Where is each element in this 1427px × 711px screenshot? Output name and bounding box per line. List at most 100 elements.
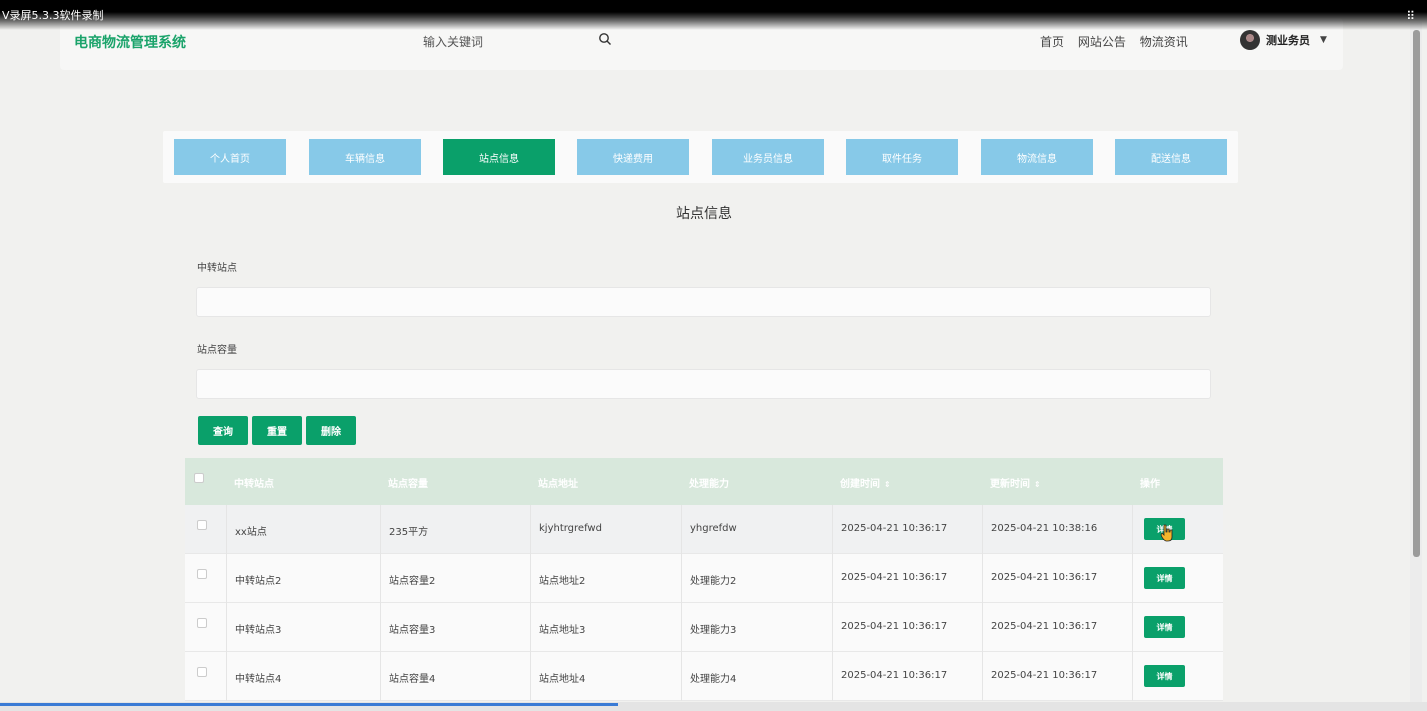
nav-link-logistics-news[interactable]: 物流资讯 <box>1140 35 1188 49</box>
capacity-input[interactable] <box>196 369 1211 399</box>
tab-station-info[interactable]: 站点信息 <box>443 139 555 175</box>
cell-text: 235平方 <box>389 527 429 538</box>
table-row: xx站点 235平方 kjyhtrgrefwd yhgrefdw 2025-04-21 … <box>185 505 1223 554</box>
cell-text: 2025-04-21 10:36:17 <box>991 621 1098 632</box>
nav-tabs: 个人首页 车辆信息 站点信息 快递费用 业务员信息 取件任务 物流信息 配送信息 <box>163 131 1238 183</box>
tab-courier-info[interactable]: 业务员信息 <box>712 139 824 175</box>
table-cell: 中转站点2 <box>226 554 380 603</box>
recorder-title: V录屏5.3.3软件录制 <box>2 9 104 22</box>
cell-text: 2025-04-21 10:36:17 <box>991 670 1098 681</box>
table-cell: 站点容量3 <box>380 603 530 652</box>
avatar[interactable] <box>1240 30 1260 50</box>
table-cell: 中转站点4 <box>226 652 380 701</box>
nav-link-announcement[interactable]: 网站公告 <box>1078 35 1126 49</box>
table-cell: 2025-04-21 10:36:17 <box>832 652 982 701</box>
sort-icon[interactable]: ⇕ <box>1034 480 1041 489</box>
detail-button[interactable]: 详情 <box>1144 665 1185 687</box>
header-ability: 处理能力 <box>689 479 729 490</box>
header-action: 操作 <box>1140 479 1160 490</box>
table-cell: 2025-04-21 10:36:17 <box>832 505 982 554</box>
vertical-scrollbar[interactable] <box>1413 30 1420 557</box>
header-created[interactable]: 创建时间 ⇕ <box>840 475 891 490</box>
header-created-label: 创建时间 <box>840 479 880 490</box>
header-updated[interactable]: 更新时间 ⇕ <box>990 475 1041 490</box>
capacity-label: 站点容量 <box>197 345 237 356</box>
cell-text: 中转站点2 <box>235 576 282 587</box>
hand-cursor-icon <box>1160 524 1173 542</box>
tab-personal-home[interactable]: 个人首页 <box>174 139 286 175</box>
delete-button[interactable]: 删除 <box>306 416 356 445</box>
tab-logistics-info[interactable]: 物流信息 <box>981 139 1093 175</box>
table-cell: 中转站点3 <box>226 603 380 652</box>
cell-text: 站点容量4 <box>389 674 436 685</box>
cell-text: 2025-04-21 10:38:16 <box>991 523 1098 534</box>
checkbox-cell <box>185 554 226 603</box>
cell-text: 处理能力2 <box>690 576 737 587</box>
page-title: 站点信息 <box>676 206 732 222</box>
row-checkbox[interactable] <box>197 569 207 579</box>
table-cell: 235平方 <box>380 505 530 554</box>
cell-text: 站点地址4 <box>539 674 586 685</box>
transfer-station-input[interactable] <box>196 287 1211 317</box>
query-button[interactable]: 查询 <box>198 416 248 445</box>
table-cell: 处理能力4 <box>681 652 832 701</box>
site-logo[interactable]: 电商物流管理系统 <box>74 32 186 52</box>
cell-text: 站点地址3 <box>539 625 586 636</box>
user-name[interactable]: 测业务员 <box>1266 32 1310 48</box>
table-cell: 站点地址2 <box>530 554 681 603</box>
table-header: 中转站点 站点容量 站点地址 处理能力 创建时间 ⇕ 更新时间 ⇕ 操作 <box>185 458 1223 505</box>
cell-text: yhgrefdw <box>690 523 737 534</box>
detail-button[interactable]: 详情 <box>1144 567 1185 589</box>
tab-express-fee[interactable]: 快递费用 <box>577 139 689 175</box>
header-updated-label: 更新时间 <box>990 479 1030 490</box>
table-cell: 处理能力3 <box>681 603 832 652</box>
cell-text: 站点地址2 <box>539 576 586 587</box>
header-station: 中转站点 <box>234 479 274 490</box>
table-cell: 2025-04-21 10:36:17 <box>832 603 982 652</box>
table-cell: 处理能力2 <box>681 554 832 603</box>
cell-text: 站点容量2 <box>389 576 436 587</box>
nav-links: 首页 网站公告 物流资讯 <box>1040 33 1198 50</box>
recorder-overlay: V录屏5.3.3软件录制 ⠿ <box>0 0 1427 30</box>
sort-icon[interactable]: ⇕ <box>884 480 891 489</box>
cell-text: 2025-04-21 10:36:17 <box>841 523 948 534</box>
table-cell: 2025-04-21 10:36:17 <box>982 603 1132 652</box>
row-checkbox[interactable] <box>197 520 207 530</box>
table-cell: kjyhtrgrefwd <box>530 505 681 554</box>
reset-button[interactable]: 重置 <box>252 416 302 445</box>
table-cell: 2025-04-21 10:36:17 <box>832 554 982 603</box>
cell-text: 处理能力4 <box>690 674 737 685</box>
cell-text: 中转站点3 <box>235 625 282 636</box>
cell-text: kjyhtrgrefwd <box>539 523 602 534</box>
row-checkbox[interactable] <box>197 667 207 677</box>
row-checkbox[interactable] <box>197 618 207 628</box>
table-cell: 2025-04-21 10:36:17 <box>982 554 1132 603</box>
table-cell: 站点地址4 <box>530 652 681 701</box>
grip-icon: ⠿ <box>1406 9 1415 23</box>
table-row: 中转站点3 站点容量3 站点地址3 处理能力3 2025-04-21 10:36:17 2… <box>185 603 1223 652</box>
table-row: 中转站点2 站点容量2 站点地址2 处理能力2 2025-04-21 10:36:17 2… <box>185 554 1223 603</box>
select-all-checkbox[interactable] <box>194 473 204 483</box>
cell-text: 中转站点4 <box>235 674 282 685</box>
cell-text: 2025-04-21 10:36:17 <box>841 621 948 632</box>
tab-delivery-info[interactable]: 配送信息 <box>1115 139 1227 175</box>
header-capacity: 站点容量 <box>388 479 428 490</box>
table-cell: 站点地址3 <box>530 603 681 652</box>
search-icon[interactable] <box>598 32 612 46</box>
user-menu[interactable]: 测业务员 ▼ <box>1240 30 1327 50</box>
detail-button[interactable]: 详情 <box>1144 616 1185 638</box>
cell-text: 站点容量3 <box>389 625 436 636</box>
table-row: 中转站点4 站点容量4 站点地址4 处理能力4 2025-04-21 10:36:17 2… <box>185 652 1223 701</box>
tab-pickup-task[interactable]: 取件任务 <box>846 139 958 175</box>
cell-text: 2025-04-21 10:36:17 <box>991 572 1098 583</box>
search-input[interactable]: 输入关键词 <box>423 33 483 50</box>
chevron-down-icon[interactable]: ▼ <box>1320 35 1327 45</box>
cell-text: 2025-04-21 10:36:17 <box>841 670 948 681</box>
tab-vehicle-info[interactable]: 车辆信息 <box>309 139 421 175</box>
nav-link-home[interactable]: 首页 <box>1040 35 1064 49</box>
table-cell: 站点容量4 <box>380 652 530 701</box>
station-table: 中转站点 站点容量 站点地址 处理能力 创建时间 ⇕ 更新时间 ⇕ 操作 xx站点 2… <box>185 458 1223 701</box>
recording-progress-bar <box>0 703 618 706</box>
checkbox-cell <box>185 652 226 701</box>
table-cell: yhgrefdw <box>681 505 832 554</box>
